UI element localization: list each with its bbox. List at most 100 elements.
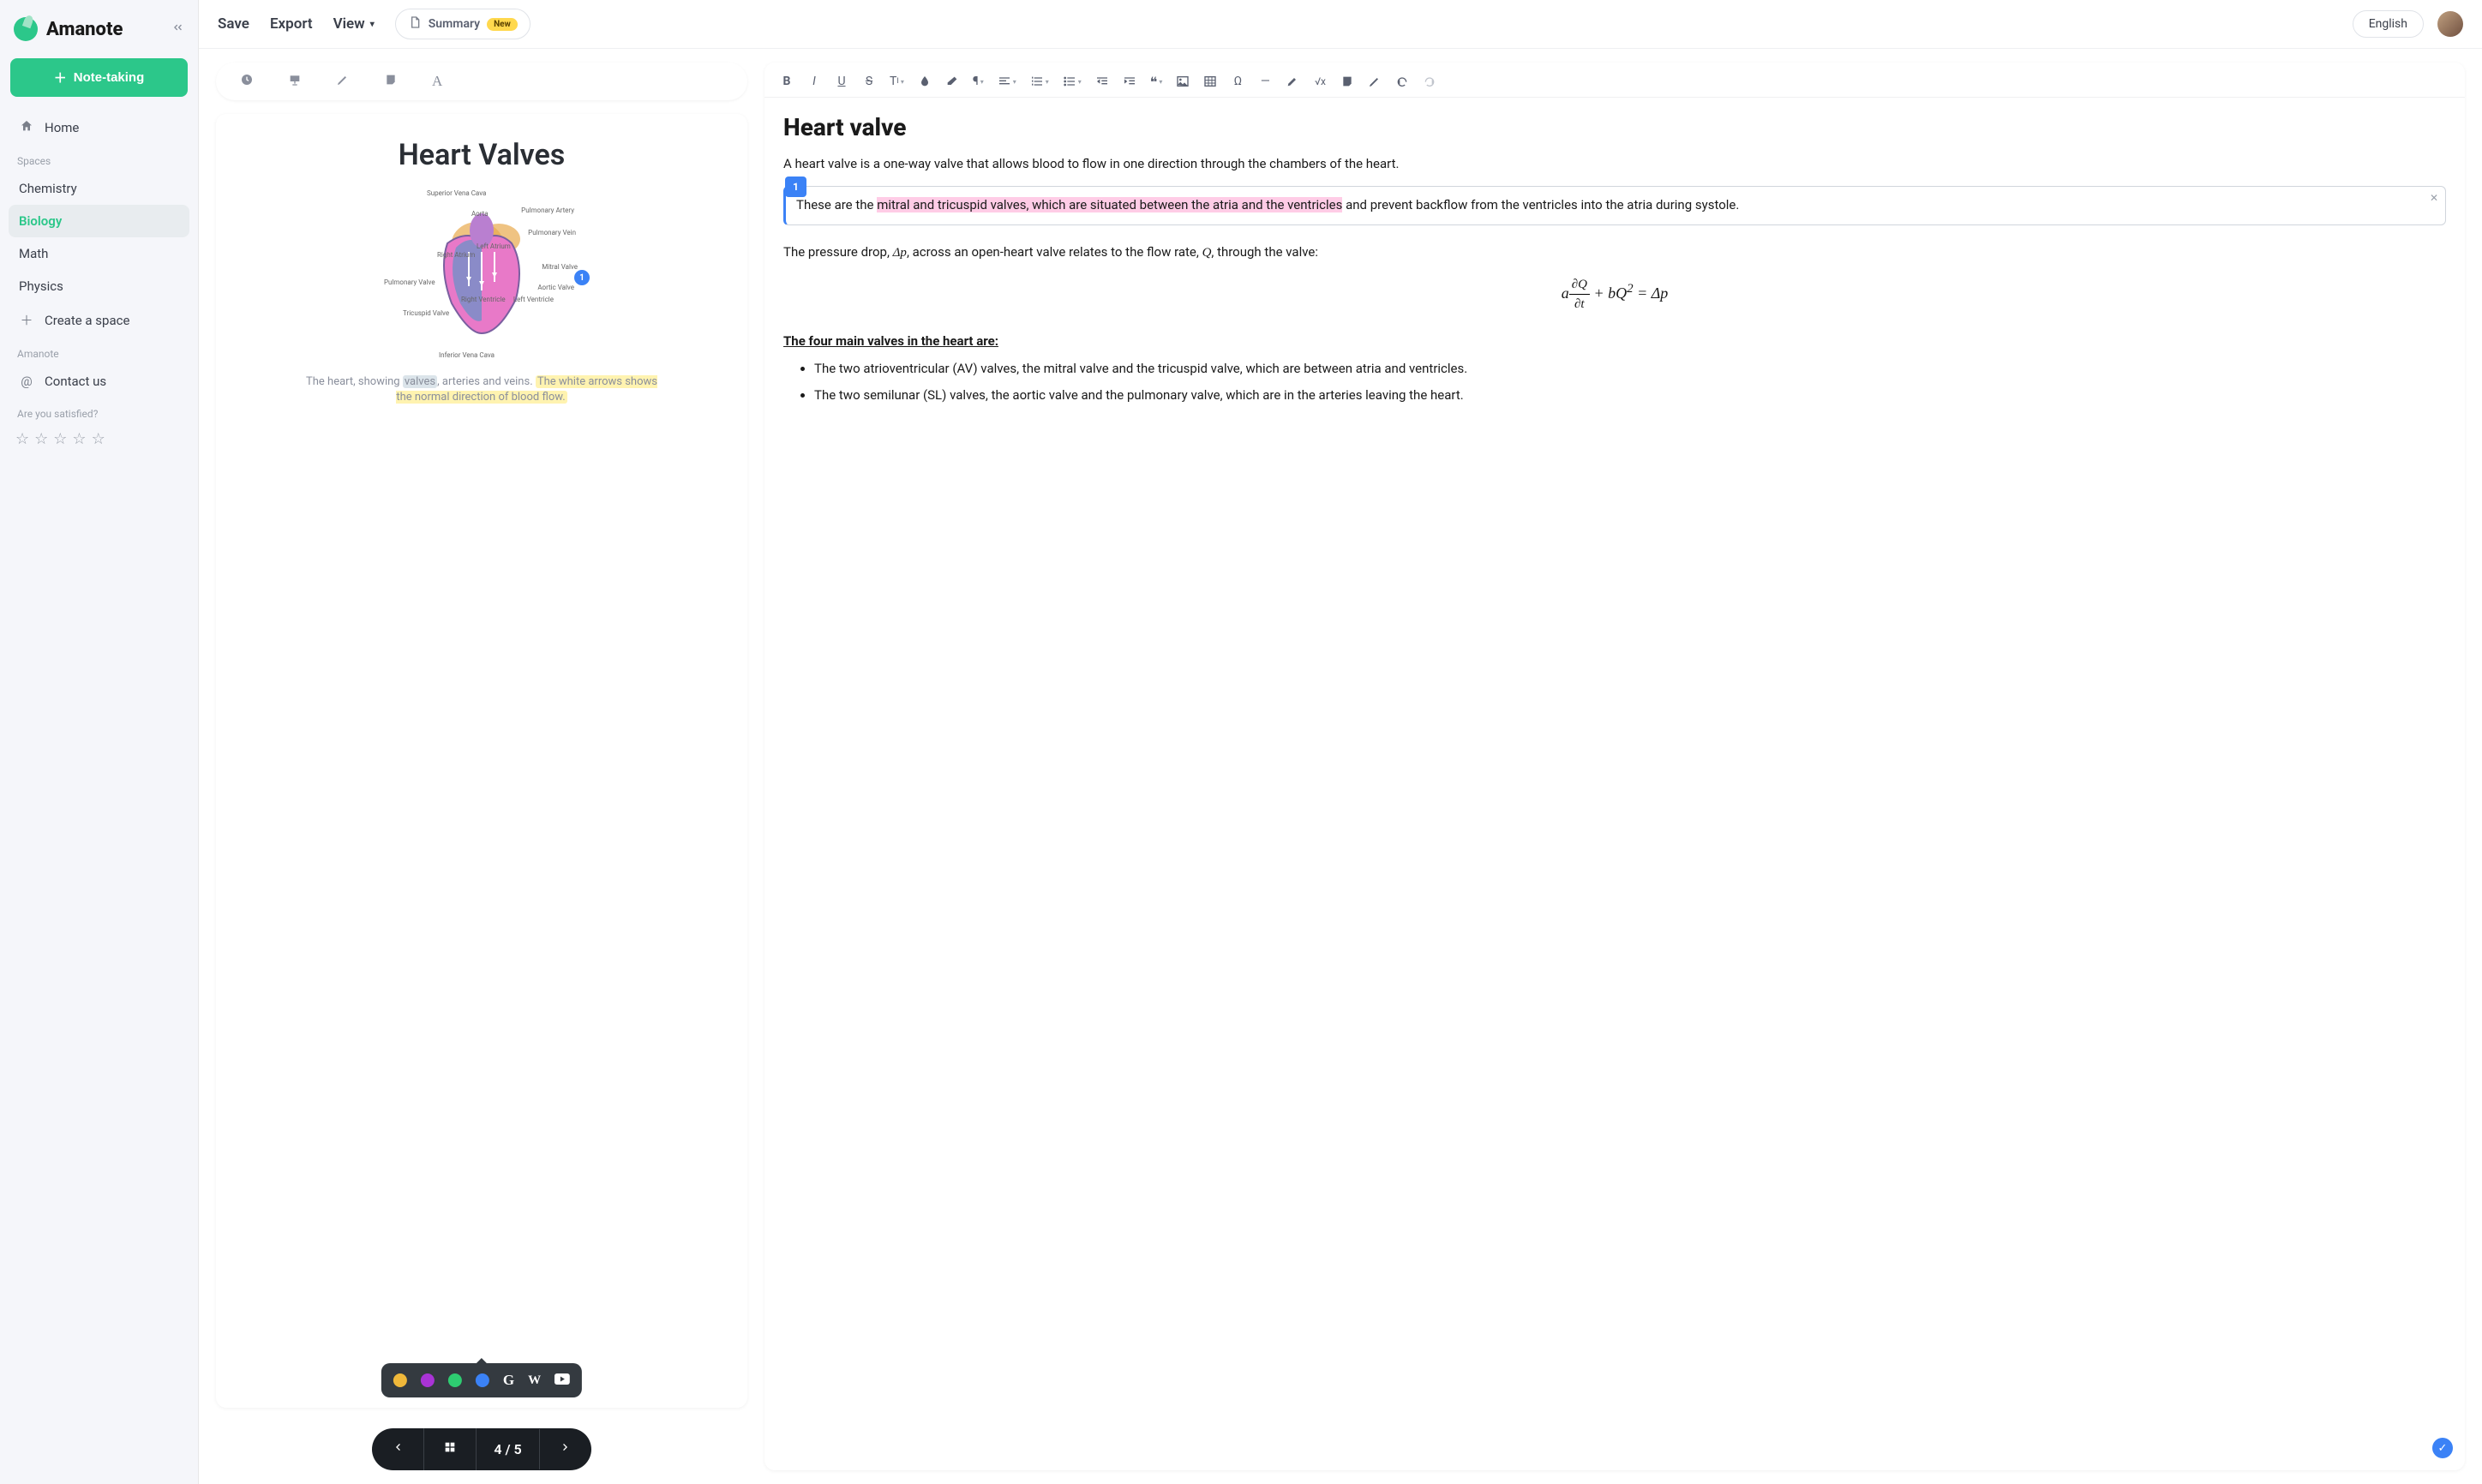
highlight-popup: G W (381, 1363, 582, 1397)
text-style-dropdown[interactable]: TI (886, 71, 908, 92)
heart-label: Aorta (471, 210, 489, 218)
view-dropdown[interactable]: View ▾ (333, 15, 375, 33)
sync-status-icon[interactable]: ✓ (2432, 1438, 2453, 1458)
align-dropdown[interactable] (994, 71, 1020, 92)
editor-body[interactable]: Heart valve A heart valve is a one-way v… (764, 98, 2465, 1470)
highlighter-button[interactable] (1282, 71, 1303, 92)
sidebar-item-home[interactable]: Home (9, 111, 189, 145)
prev-slide-button[interactable] (372, 1428, 424, 1470)
star-icon[interactable]: ☆ (34, 430, 48, 448)
chevron-right-icon (559, 1440, 573, 1454)
wikipedia-icon[interactable]: W (528, 1373, 541, 1388)
caption-text: The heart, showing (306, 375, 403, 388)
document-icon (408, 15, 422, 33)
math-q: Q (1202, 246, 1212, 260)
sidebar-item-create-space[interactable]: ＋ Create a space (9, 302, 189, 338)
satisfied-label: Are you satisfied? (9, 398, 189, 425)
annotation-badge: 1 (785, 177, 806, 197)
pressure-text: , through the valve: (1211, 244, 1318, 260)
summary-button[interactable]: Summary New (395, 9, 531, 39)
next-slide-button[interactable] (540, 1428, 591, 1470)
note-heading: Heart valve (783, 110, 2446, 146)
color-dot-green[interactable] (448, 1373, 462, 1387)
chevron-down-icon: ▾ (370, 20, 375, 29)
rating-stars[interactable]: ☆ ☆ ☆ ☆ ☆ (9, 425, 189, 453)
avatar[interactable] (2437, 11, 2463, 37)
sidebar-item-physics[interactable]: Physics (9, 270, 189, 302)
save-button[interactable]: Save (218, 15, 249, 33)
strikethrough-button[interactable]: S (859, 71, 879, 92)
pen-button[interactable] (1364, 71, 1385, 92)
equation-block: a∂Q∂t + bQ2 = Δp (783, 275, 2446, 314)
sidebar-item-math[interactable]: Math (9, 237, 189, 270)
sidebar-item-label: Chemistry (19, 181, 77, 196)
sidebar-item-contact[interactable]: @ Contact us (9, 365, 189, 398)
eraser-icon[interactable] (942, 71, 962, 92)
star-icon[interactable]: ☆ (72, 430, 86, 448)
topbar: Save Export View ▾ Summary New English (199, 0, 2482, 49)
outdent-button[interactable] (1092, 71, 1112, 92)
presentation-icon[interactable] (288, 73, 302, 90)
note-taking-button[interactable]: ＋ Note-taking (10, 58, 188, 97)
omega-button[interactable]: Ω (1227, 71, 1248, 92)
subheading: The four main valves in the heart are: (783, 332, 2446, 351)
star-icon[interactable]: ☆ (92, 430, 105, 448)
color-dot-blue[interactable] (476, 1373, 489, 1387)
note-icon[interactable] (384, 73, 398, 90)
color-dot-purple[interactable] (421, 1373, 435, 1387)
export-button[interactable]: Export (270, 15, 313, 33)
close-annotation-button[interactable]: ✕ (2430, 190, 2438, 206)
hr-button[interactable]: — (1255, 71, 1275, 92)
undo-button[interactable] (1392, 71, 1412, 92)
underline-button[interactable]: U (831, 71, 852, 92)
sidebar-item-chemistry[interactable]: Chemistry (9, 172, 189, 205)
collapse-sidebar-button[interactable] (171, 21, 184, 39)
heart-label: Inferior Vena Cava (439, 351, 495, 359)
unordered-list-dropdown[interactable] (1059, 71, 1085, 92)
eq-a: a (1562, 284, 1569, 302)
heart-label: Superior Vena Cava (427, 189, 486, 197)
sidebar-item-biology[interactable]: Biology (9, 205, 189, 237)
indent-button[interactable] (1119, 71, 1140, 92)
annotation-box: 1 ✕ These are the mitral and tricuspid v… (783, 186, 2446, 226)
sticky-note-button[interactable] (1337, 71, 1358, 92)
valve-list: The two atrioventricular (AV) valves, th… (783, 359, 2446, 404)
pencil-icon[interactable] (336, 73, 350, 90)
at-icon: @ (19, 374, 34, 389)
image-button[interactable] (1172, 71, 1193, 92)
sidebar-item-label: Math (19, 246, 48, 261)
heart-label: Right Atrium (437, 251, 475, 259)
list-item: The two atrioventricular (AV) valves, th… (814, 359, 2446, 379)
google-icon[interactable]: G (503, 1372, 514, 1389)
sidebar: Amanote ＋ Note-taking Home Spaces Chemis… (0, 0, 199, 1484)
caption-text: , arteries and veins. (437, 375, 536, 388)
paragraph-dropdown[interactable]: ¶ (969, 71, 987, 92)
grid-icon (443, 1440, 457, 1454)
redo-button[interactable] (1419, 71, 1440, 92)
heart-label: Left Atrium (477, 242, 511, 250)
ink-drop-icon[interactable] (914, 71, 935, 92)
annotation-text: and prevent backflow from the ventricles… (1342, 197, 1739, 212)
annotation-marker[interactable]: 1 (574, 270, 590, 285)
color-dot-yellow[interactable] (393, 1373, 407, 1387)
clock-icon[interactable] (240, 73, 254, 90)
star-icon[interactable]: ☆ (53, 430, 67, 448)
formula-button[interactable]: √x (1310, 71, 1330, 92)
italic-button[interactable]: I (804, 71, 824, 92)
page-sep: / (501, 1441, 513, 1457)
language-button[interactable]: English (2353, 10, 2424, 38)
ordered-list-dropdown[interactable] (1027, 71, 1052, 92)
heart-label: Pulmonary Artery (521, 206, 574, 214)
editor-panel: ⋮⋮⋮ B I U S TI ¶ ❝ (764, 63, 2465, 1470)
grid-view-button[interactable] (424, 1428, 477, 1470)
quote-dropdown[interactable]: ❝ (1147, 71, 1166, 92)
amanote-section-label: Amanote (9, 338, 189, 365)
star-icon[interactable]: ☆ (15, 430, 29, 448)
bold-button[interactable]: B (776, 71, 797, 92)
youtube-icon[interactable] (555, 1373, 570, 1388)
text-icon[interactable]: A (432, 73, 442, 90)
eq-sq: 2 (1627, 282, 1634, 296)
table-button[interactable] (1200, 71, 1220, 92)
slide-caption: The heart, showing valves, arteries and … (302, 374, 662, 405)
slide-pager: 4 / 5 (372, 1428, 591, 1470)
